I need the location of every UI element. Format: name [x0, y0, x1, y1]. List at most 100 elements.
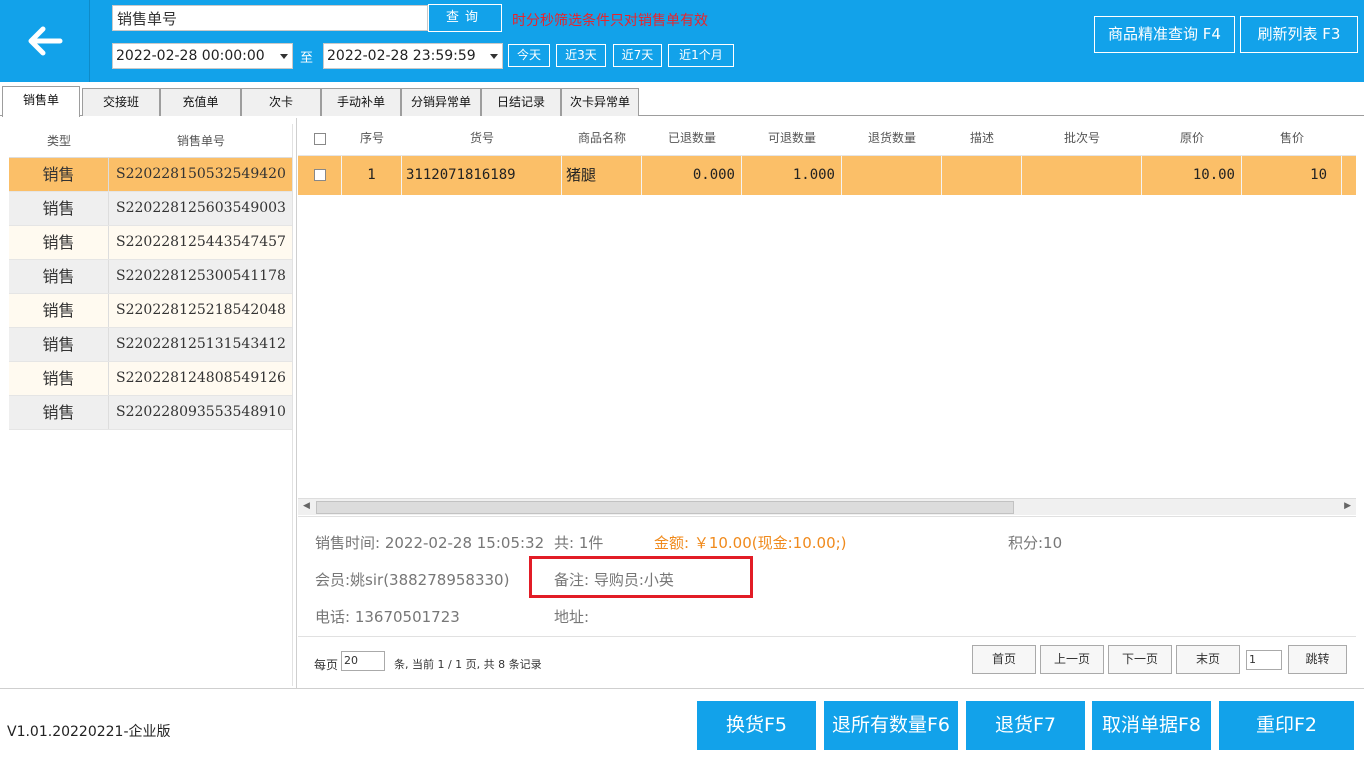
- select-all-checkbox[interactable]: [298, 120, 342, 155]
- total-count: 共: 1件: [554, 534, 604, 552]
- jump-page-button[interactable]: 跳转: [1288, 645, 1347, 674]
- order-type-cell: 销售: [9, 158, 109, 191]
- panel-divider: [296, 118, 297, 688]
- end-date-value: 2022-02-28 23:59:59: [327, 48, 476, 64]
- order-list-row[interactable]: 销售 S220228125131543412: [9, 328, 293, 362]
- range-7days-button[interactable]: 近7天: [613, 44, 662, 67]
- exchange-button[interactable]: 换货F5: [697, 701, 816, 750]
- detail-grid-header: 序号 货号 商品名称 已退数量 可退数量 退货数量 描述 批次号 原价 售价: [298, 120, 1356, 156]
- tab-punch-card[interactable]: 次卡: [241, 88, 321, 116]
- return-button[interactable]: 退货F7: [966, 701, 1085, 750]
- row-checkbox[interactable]: [298, 156, 342, 195]
- column-header-return-qty: 退货数量: [867, 131, 916, 145]
- order-list-row[interactable]: 销售 S220228093553548910: [9, 396, 293, 430]
- top-toolbar: 销售单号 查询 时分秒筛选条件只对销售单有效 2022-02-28 00:00:…: [0, 0, 1364, 82]
- scroll-left-icon[interactable]: ◀: [303, 501, 310, 511]
- end-date-picker[interactable]: 2022-02-28 23:59:59: [323, 43, 503, 69]
- next-page-button[interactable]: 下一页: [1108, 645, 1172, 674]
- last-page-button[interactable]: 末页: [1176, 645, 1240, 674]
- range-1month-button[interactable]: 近1个月: [668, 44, 734, 67]
- tab-bar: 销售单 交接班 充值单 次卡 手动补单 分销异常单 日结记录 次卡异常单: [0, 86, 1364, 117]
- member-info: 会员:姚sir(388278958330): [315, 571, 510, 589]
- points: 积分:10: [1008, 534, 1063, 552]
- pagination-bar: 每页 20 条, 当前 1 / 1 页, 共 8 条记录 首页 上一页 下一页 …: [298, 636, 1356, 686]
- remark-highlight-box: [529, 556, 753, 598]
- order-list-row[interactable]: 销售 S220228124808549126: [9, 362, 293, 396]
- cell-code: 3112071816189: [402, 156, 562, 195]
- column-header-batch: 批次号: [1063, 131, 1100, 145]
- scrollbar-thumb[interactable]: [316, 501, 1014, 514]
- cancel-document-button[interactable]: 取消单据F8: [1092, 701, 1211, 750]
- scroll-right-icon[interactable]: ▶: [1344, 501, 1351, 511]
- range-3days-button[interactable]: 近3天: [556, 44, 606, 67]
- order-list-row[interactable]: 销售 S220228125443547457: [9, 226, 293, 260]
- first-page-button[interactable]: 首页: [972, 645, 1036, 674]
- detail-row[interactable]: 1 3112071816189 猪腿 0.000 1.000 10.00 10: [298, 156, 1356, 195]
- footer-bar: V1.01.20220221-企业版 换货F5 退所有数量F6 退货F7 取消单…: [0, 688, 1364, 760]
- refresh-list-button[interactable]: 刷新列表 F3: [1240, 16, 1358, 53]
- reprint-button[interactable]: 重印F2: [1219, 701, 1354, 750]
- exact-product-search-button[interactable]: 商品精准查询 F4: [1094, 16, 1235, 53]
- return-all-button[interactable]: 退所有数量F6: [824, 701, 958, 750]
- tab-manual-order[interactable]: 手动补单: [321, 88, 401, 116]
- order-number-cell: S220228125443547457: [116, 234, 286, 250]
- left-panel-border: [292, 124, 293, 686]
- tab-distribution-exception[interactable]: 分销异常单: [401, 88, 481, 116]
- range-today-button[interactable]: 今天: [508, 44, 550, 67]
- order-number-cell: S220228125300541178: [116, 268, 286, 284]
- cell-returned: 0.000: [642, 156, 742, 195]
- phone: 电话: 13670501723: [315, 608, 460, 626]
- address: 地址:: [554, 608, 590, 626]
- column-header-desc: 描述: [969, 131, 994, 145]
- order-number-search-input[interactable]: 销售单号: [112, 5, 428, 31]
- tab-recharge[interactable]: 充值单: [160, 88, 241, 116]
- order-type-cell: 销售: [9, 260, 109, 293]
- tab-daily-settlement[interactable]: 日结记录: [481, 88, 561, 116]
- dropdown-caret-icon: [490, 54, 498, 59]
- page-number-input[interactable]: 1: [1246, 650, 1282, 670]
- horizontal-scrollbar[interactable]: ◀ ▶: [298, 498, 1356, 515]
- order-type-cell: 销售: [9, 328, 109, 361]
- column-header-returned: 已退数量: [667, 131, 716, 145]
- order-list-row[interactable]: 销售 S220228125300541178: [9, 260, 293, 294]
- column-header-seq: 序号: [359, 131, 384, 145]
- order-type-cell: 销售: [9, 396, 109, 429]
- cell-batch: [1022, 156, 1142, 195]
- order-list-row[interactable]: 销售 S220228125603549003: [9, 192, 293, 226]
- order-list-row[interactable]: 销售 S220228150532549420: [9, 158, 293, 192]
- cell-returnable: 1.000: [742, 156, 842, 195]
- tab-punch-card-exception[interactable]: 次卡异常单: [561, 88, 639, 116]
- back-button[interactable]: [0, 0, 90, 82]
- start-date-picker[interactable]: 2022-02-28 00:00:00: [112, 43, 293, 69]
- order-list-header: 类型 销售单号: [9, 124, 293, 158]
- cell-orig-price: 10.00: [1142, 156, 1242, 195]
- version-label: V1.01.20220221-企业版: [7, 724, 171, 740]
- column-header-price: 售价: [1279, 131, 1304, 145]
- cell-price: 10: [1242, 156, 1342, 195]
- prev-page-button[interactable]: 上一页: [1040, 645, 1104, 674]
- cell-return-qty[interactable]: [842, 156, 942, 195]
- page-summary: 条, 当前 1 / 1 页, 共 8 条记录: [394, 658, 542, 671]
- tab-sales[interactable]: 销售单: [2, 86, 80, 117]
- column-header-code: 货号: [469, 131, 494, 145]
- cell-desc: [942, 156, 1022, 195]
- order-summary: 销售时间: 2022-02-28 15:05:32 共: 1件 金额: ￥10.…: [298, 516, 1356, 636]
- query-button[interactable]: 查询: [428, 4, 502, 32]
- column-header-returnable: 可退数量: [767, 131, 816, 145]
- order-type-cell: 销售: [9, 362, 109, 395]
- column-header-orig-price: 原价: [1179, 131, 1204, 145]
- amount: 金额: ￥10.00(现金:10.00;): [654, 534, 847, 552]
- order-number-cell: S220228124808549126: [116, 370, 286, 386]
- order-type-cell: 销售: [9, 192, 109, 225]
- order-number-cell: S220228150532549420: [116, 166, 286, 182]
- cell-seq: 1: [342, 156, 402, 195]
- column-header-type: 类型: [46, 134, 71, 148]
- order-detail-grid: 序号 货号 商品名称 已退数量 可退数量 退货数量 描述 批次号 原价 售价 1…: [298, 120, 1356, 500]
- order-list-row[interactable]: 销售 S220228125218542048: [9, 294, 293, 328]
- per-page-input[interactable]: 20: [341, 651, 385, 671]
- order-number-cell: S220228093553548910: [116, 404, 286, 420]
- order-number-cell: S220228125131543412: [116, 336, 286, 352]
- order-type-cell: 销售: [9, 226, 109, 259]
- dropdown-caret-icon: [280, 54, 288, 59]
- tab-shift-handover[interactable]: 交接班: [82, 88, 160, 116]
